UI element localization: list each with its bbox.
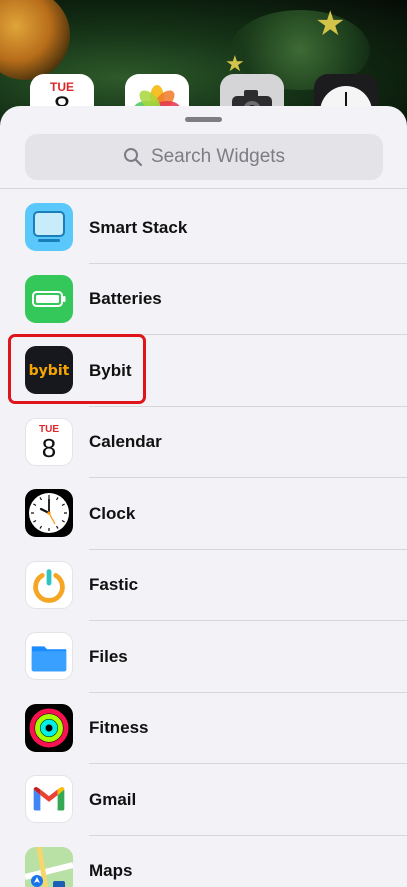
maps-icon bbox=[25, 846, 73, 887]
widget-row-batteries[interactable]: Batteries bbox=[0, 264, 407, 335]
butterfly-wallpaper bbox=[0, 0, 70, 80]
widget-label: Bybit bbox=[89, 360, 132, 380]
search-widgets-field[interactable]: Search Widgets bbox=[25, 134, 383, 180]
widget-label: Calendar bbox=[89, 432, 162, 452]
divider bbox=[0, 188, 407, 189]
widget-row-gmail[interactable]: Gmail bbox=[0, 764, 407, 836]
widget-label: Maps bbox=[89, 861, 133, 881]
widget-label: Gmail bbox=[89, 789, 137, 809]
gmail-icon bbox=[25, 775, 73, 823]
bybit-icon: bybit bbox=[25, 346, 73, 394]
calendar-date: 8 bbox=[41, 432, 57, 463]
widget-label: Files bbox=[89, 646, 128, 666]
widget-label: Fitness bbox=[89, 718, 149, 738]
widget-row-bybit[interactable]: bybit Bybit bbox=[0, 335, 407, 407]
svg-text:bybit: bybit bbox=[29, 363, 70, 379]
sheet-grabber[interactable] bbox=[185, 117, 222, 122]
battery-icon bbox=[25, 274, 73, 323]
files-icon bbox=[25, 632, 73, 680]
widget-row-maps[interactable]: Maps bbox=[0, 836, 407, 887]
fastic-icon bbox=[25, 560, 73, 609]
widget-list: Smart Stack Batteries bybit Bybit TUE 8 … bbox=[0, 192, 407, 887]
widget-row-files[interactable]: Files bbox=[0, 621, 407, 693]
calendar-icon: TUE 8 bbox=[25, 417, 73, 466]
widget-row-clock[interactable]: Clock bbox=[0, 478, 407, 550]
widget-label: Clock bbox=[89, 503, 136, 523]
widget-label: Batteries bbox=[89, 289, 162, 309]
star-decoration: ★ bbox=[315, 4, 346, 44]
search-icon bbox=[123, 148, 143, 167]
widget-row-fastic[interactable]: Fastic bbox=[0, 550, 407, 621]
fitness-icon bbox=[25, 703, 73, 752]
widget-label: Smart Stack bbox=[89, 217, 188, 237]
widget-gallery-sheet: Search Widgets Smart Stack Batteries byb… bbox=[0, 106, 407, 887]
widget-row-calendar[interactable]: TUE 8 Calendar bbox=[0, 407, 407, 478]
clock-icon bbox=[25, 489, 73, 537]
widget-row-smart-stack[interactable]: Smart Stack bbox=[0, 192, 407, 264]
widget-label: Fastic bbox=[89, 575, 139, 595]
widget-row-fitness[interactable]: Fitness bbox=[0, 693, 407, 764]
search-placeholder: Search Widgets bbox=[150, 146, 286, 167]
smart-stack-icon bbox=[25, 203, 73, 251]
